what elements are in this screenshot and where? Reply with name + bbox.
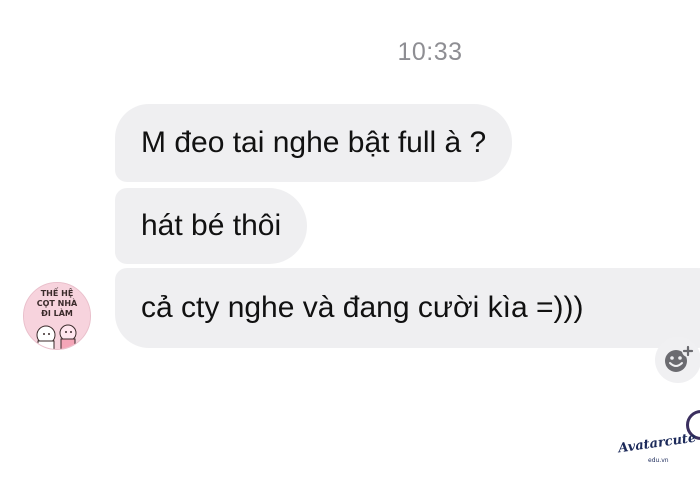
message-text: cả cty nghe và đang cười kìa =))) [141,291,584,324]
message-timestamp: 10:33 [397,38,463,66]
message-text: M đeo tai nghe bật full à ? [141,126,487,159]
message-text: hát bé thôi [141,209,282,242]
watermark-domain: edu.vn [648,457,669,464]
avatar-text-line: CỌT NHÀ [36,299,78,308]
add-reaction-icon [665,345,694,372]
message-bubble[interactable]: hát bé thôi [115,188,308,264]
avatar-text-line: ĐI LÀM [41,309,73,318]
message-bubble[interactable]: cả cty nghe và đang cười kìa =))) [115,268,700,348]
avatar-text-line: THẾ HỆ [40,289,74,298]
add-reaction-button[interactable] [655,337,700,383]
message-bubble[interactable]: M đeo tai nghe bật full à ? [115,104,513,182]
sender-avatar[interactable]: THẾ HỆ CỌT NHÀ ĐI LÀM [23,282,91,350]
watermark-brand: Avatarcute [617,430,698,457]
